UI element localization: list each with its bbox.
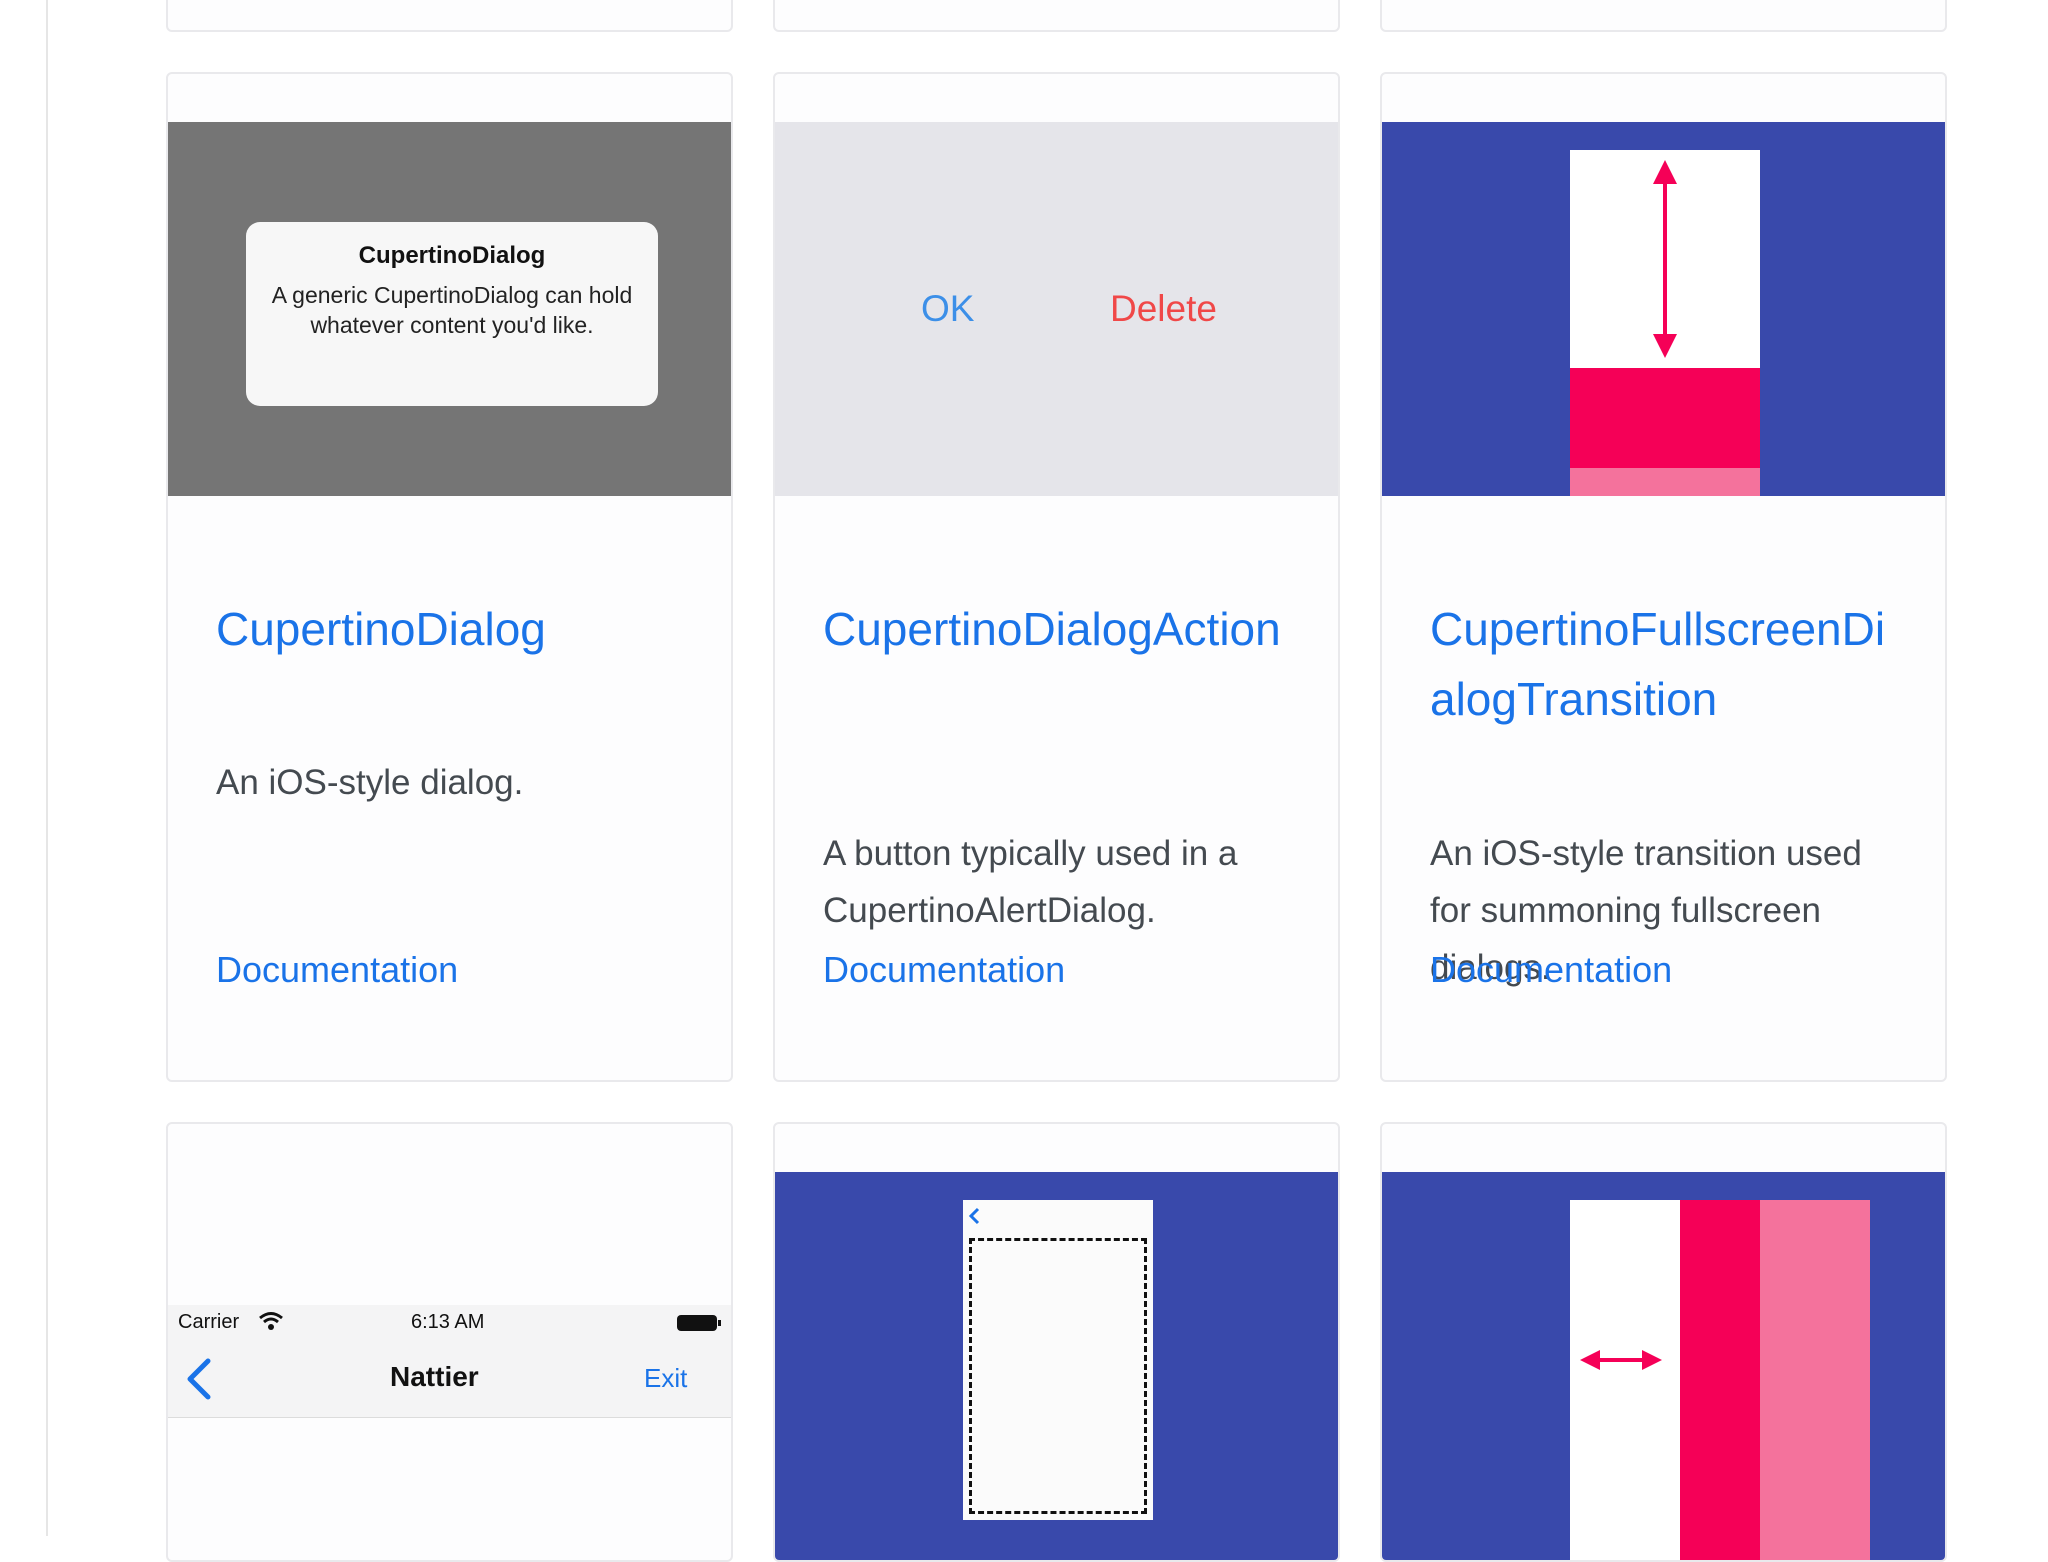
phone-preview (963, 1200, 1153, 1520)
dialog-preview: CupertinoDialog A generic CupertinoDialo… (246, 222, 658, 406)
status-bar-preview: Carrier 6:13 AM (168, 1305, 731, 1341)
card-description: An iOS-style dialog. (216, 763, 524, 802)
card-top-partial-1[interactable] (166, 0, 733, 32)
ok-action-preview: OK (921, 288, 975, 329)
card-page-scaffold[interactable] (773, 1122, 1340, 1562)
card-title[interactable]: CupertinoDialog (216, 594, 696, 664)
wifi-icon (259, 1312, 283, 1330)
page-left-divider (46, 0, 48, 1536)
card-title[interactable]: CupertinoFullscreenDialogTransition (1430, 594, 1910, 734)
card-top-partial-3[interactable] (1380, 0, 1947, 32)
card-preview (1382, 1172, 1945, 1560)
carrier-label: Carrier (178, 1311, 240, 1333)
dialog-preview-title: CupertinoDialog (358, 242, 546, 269)
battery-icon (677, 1315, 721, 1331)
transition-preview-graphic (1570, 150, 1760, 496)
delete-action-preview: Delete (1110, 288, 1217, 329)
back-chevron-icon (968, 1207, 980, 1225)
card-cupertino-dialog[interactable]: CupertinoDialog A generic CupertinoDialo… (166, 72, 733, 1082)
back-chevron-icon (187, 1358, 211, 1400)
card-page-transition[interactable] (1380, 1122, 1947, 1562)
card-preview (1382, 122, 1945, 496)
nav-title: Nattier (390, 1361, 479, 1392)
dialog-preview-body: A generic CupertinoDialog can hold whate… (271, 282, 633, 338)
card-description: A button typically used in a CupertinoAl… (823, 834, 1238, 930)
dashed-content-area (969, 1238, 1147, 1514)
card-preview: OK Delete (775, 122, 1338, 496)
card-title[interactable]: CupertinoDialogAction (823, 594, 1303, 664)
documentation-link[interactable]: Documentation (823, 949, 1065, 991)
time-label: 6:13 AM (411, 1311, 485, 1333)
card-cupertino-dialog-action[interactable]: OK Delete CupertinoDialogAction A button… (773, 72, 1340, 1082)
card-preview: CupertinoDialog A generic CupertinoDialo… (168, 122, 731, 496)
transition-preview-graphic (1570, 1200, 1870, 1560)
documentation-link[interactable]: Documentation (216, 949, 458, 991)
card-preview (775, 1172, 1338, 1560)
card-navigation-bar[interactable]: Carrier 6:13 AM Nattier Exit (166, 1122, 733, 1562)
card-cupertino-fullscreen-dialog-transition[interactable]: CupertinoFullscreenDialogTransition An i… (1380, 72, 1947, 1082)
card-top-partial-2[interactable] (773, 0, 1340, 32)
navigation-bar-preview: Nattier Exit (168, 1341, 731, 1418)
documentation-link[interactable]: Documentation (1430, 949, 1672, 991)
nav-exit-label: Exit (644, 1363, 688, 1393)
